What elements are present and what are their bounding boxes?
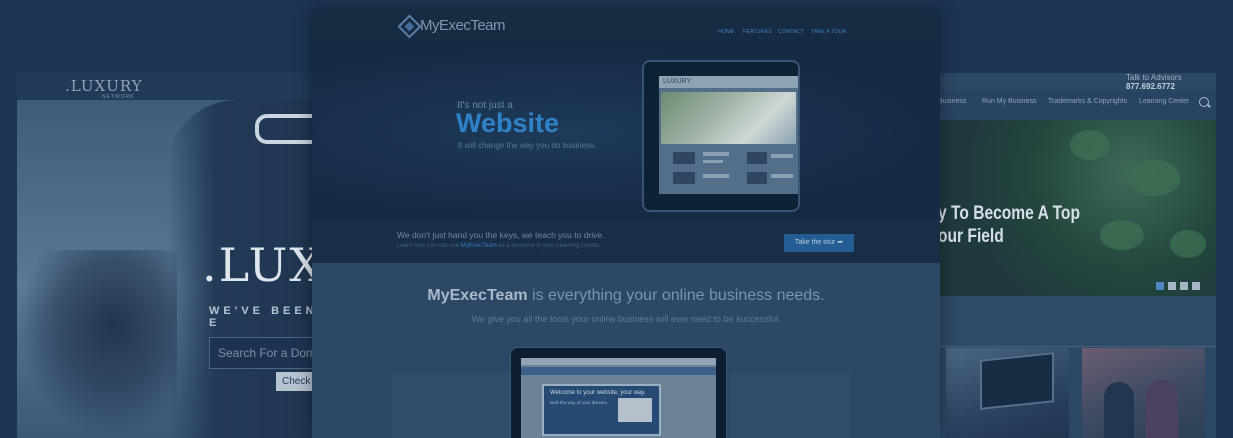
tablet-thumbnail: [673, 152, 695, 164]
leaf-graphic: [1130, 160, 1180, 196]
nav-item-contact[interactable]: CONTACT: [778, 29, 804, 35]
laptop-welcome-panel: Welcome to your website, your way. Built…: [542, 384, 661, 436]
laptop-welcome-image: [618, 398, 652, 422]
business-nav: Business Run My Business Trademarks & Co…: [930, 91, 1216, 119]
luxury-logo: .LUXURY: [65, 77, 143, 95]
diamond-logo-icon: [397, 14, 422, 39]
tablet-text-line: [703, 160, 723, 163]
tablet-site-logo: LUXURY: [663, 78, 692, 85]
myexecteam-site-preview: MyExecTeam HOME FEATURES CONTACT TAKE A …: [312, 10, 940, 438]
features-headline: MyExecTeam is everything your online bus…: [312, 287, 940, 305]
site-header: MyExecTeam HOME FEATURES CONTACT TAKE A …: [312, 10, 940, 44]
phone-contact: Talk to Advisors 877.692.6772: [1126, 73, 1216, 91]
domain-search-placeholder: Search For a Dom: [218, 346, 317, 360]
background-screenshot: [392, 373, 512, 438]
laptop-mockup: Welcome to your website, your way. Built…: [510, 347, 727, 438]
team-photo[interactable]: [1082, 348, 1205, 438]
tour-banner-subtext: Learn how you can use MyExecTeam as a re…: [397, 243, 600, 249]
person-graphic: [1104, 382, 1134, 438]
hero-subheadline: It will change the way you do business.: [458, 141, 597, 150]
business-site-preview: Talk to Advisors 877.692.6772 Business R…: [930, 73, 1216, 438]
nav-item-trademarks[interactable]: Trademarks & Copyrights: [1048, 98, 1127, 105]
tour-banner-subtext-prefix: Learn how you can use: [397, 243, 460, 249]
nav-item-take-a-tour[interactable]: TAKE A TOUR: [811, 29, 846, 35]
features-headline-brand: MyExecTeam: [427, 287, 528, 304]
tablet-text-line: [771, 154, 793, 158]
luxury-hero-wordmark: .LUX: [202, 238, 325, 292]
slider-dot[interactable]: [1192, 282, 1200, 290]
tablet-text-line: [703, 152, 729, 156]
background-screenshot: [730, 373, 850, 438]
take-the-tour-button[interactable]: Take the tour ➦: [784, 234, 854, 252]
features-headline-rest: is everything your online business needs…: [527, 287, 825, 304]
tablet-site-header: LUXURY: [659, 76, 798, 88]
take-the-tour-label: Take the tour: [794, 239, 836, 246]
monitor-graphic: [980, 352, 1054, 410]
laptop-welcome-subtitle: Built the way of your dreams.: [550, 400, 609, 405]
tour-banner-text: We don't just hand you the keys, we teac…: [397, 230, 605, 240]
phone-label: Talk to Advisors: [1126, 73, 1182, 82]
slider-dot[interactable]: [1168, 282, 1176, 290]
tour-banner-brand-link[interactable]: MyExecTeam: [461, 243, 497, 249]
nav-item-business[interactable]: Business: [938, 98, 966, 105]
leaf-graphic: [1070, 130, 1110, 160]
paint-splash-graphic: [17, 250, 177, 438]
tablet-mockup: LUXURY: [642, 60, 800, 212]
tablet-thumbnail: [747, 172, 767, 184]
luxury-site-preview: .LUXURY NETWORK .LUX WE'VE BEEN E Search…: [17, 73, 327, 438]
slider-dot[interactable]: [1180, 282, 1188, 290]
luxury-header: .LUXURY NETWORK: [17, 73, 327, 100]
hero-headline-line2: our Field: [938, 226, 1004, 247]
nav-item-learning-center[interactable]: Learning Center: [1139, 98, 1189, 105]
tablet-text-line: [771, 174, 793, 178]
features-section: MyExecTeam is everything your online bus…: [312, 263, 940, 438]
person-graphic: [1146, 380, 1178, 438]
hero-headline: y To Become A Top our Field: [938, 202, 1080, 248]
business-hero-image: y To Become A Top our Field: [930, 120, 1216, 296]
tablet-text-line: [703, 174, 729, 178]
hero-section: It's not just a Website It will change t…: [312, 44, 940, 220]
phone-number[interactable]: 877.692.6772: [1126, 82, 1175, 91]
tour-banner-subtext-suffix: as a resource in your Learning Center.: [498, 243, 601, 249]
tablet-hero-image: [661, 92, 796, 144]
tablet-screen: LUXURY: [659, 76, 798, 194]
office-desk-photo[interactable]: [946, 348, 1069, 438]
site-logo[interactable]: MyExecTeam: [420, 17, 506, 34]
search-icon[interactable]: [1199, 97, 1209, 107]
luxury-tagline: WE'VE BEEN E: [209, 305, 318, 329]
tour-banner: We don't just hand you the keys, we teac…: [312, 220, 940, 263]
laptop-screen: Welcome to your website, your way. Built…: [521, 358, 716, 438]
leaf-graphic: [1170, 230, 1206, 258]
tablet-thumbnail: [747, 152, 767, 164]
nav-item-features[interactable]: FEATURES: [743, 29, 772, 35]
slider-dot-active[interactable]: [1156, 282, 1164, 290]
nav-item-run-my-business[interactable]: Run My Business: [982, 98, 1036, 105]
section-divider: [930, 296, 1216, 347]
domain-search-input[interactable]: Search For a Dom: [209, 337, 327, 369]
leaf-graphic: [1100, 220, 1144, 250]
nav-item-home[interactable]: HOME: [718, 29, 735, 35]
share-arrow-icon: ➦: [837, 239, 844, 246]
hero-headline: Website: [456, 108, 560, 138]
laptop-site-nav: [521, 367, 716, 375]
laptop-browser-bar: [521, 358, 716, 365]
tablet-thumbnail: [673, 172, 695, 184]
laptop-welcome-title: Welcome to your website, your way.: [550, 390, 646, 396]
hero-headline-line1: y To Become A Top: [938, 203, 1080, 224]
features-subheadline: We give you all the tools your online bu…: [471, 314, 781, 324]
